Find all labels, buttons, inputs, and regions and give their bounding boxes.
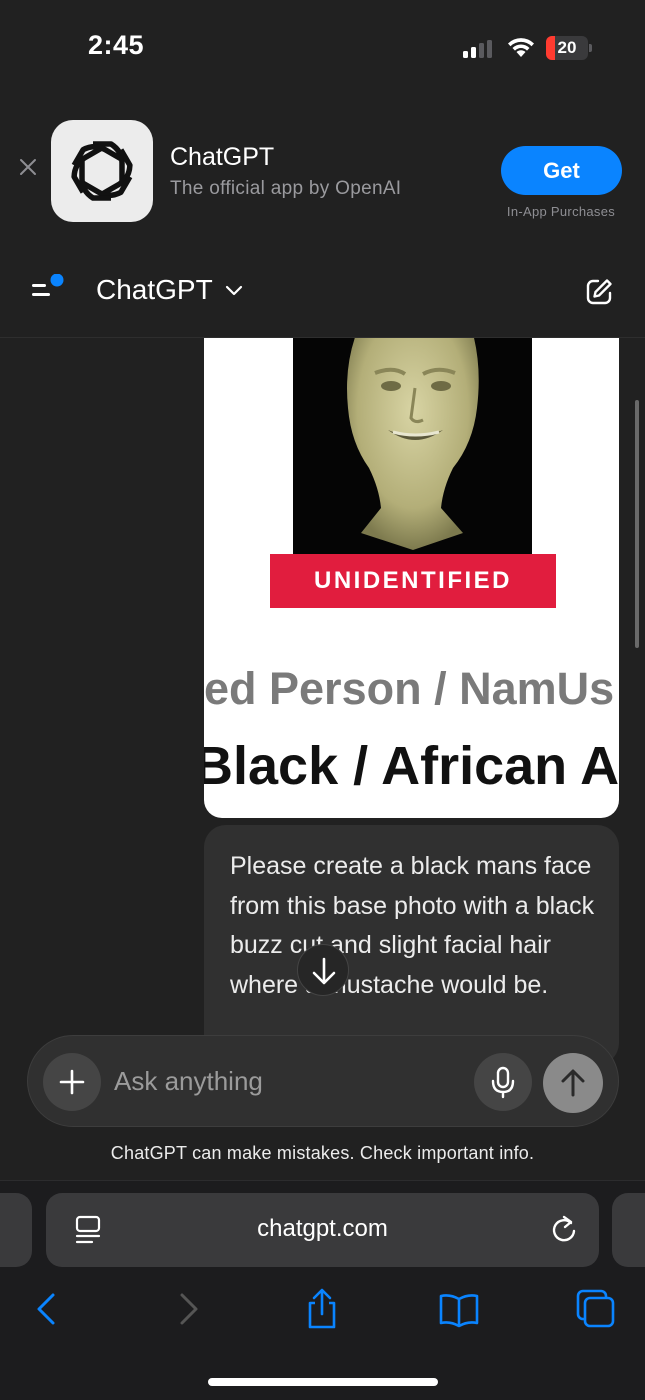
bookmarks-icon[interactable] [437,1287,481,1331]
composer [27,1035,619,1127]
message-input[interactable] [114,1064,464,1098]
chevron-down-icon[interactable] [224,284,244,298]
battery-level: 20 [557,38,577,57]
mic-icon [491,1066,515,1099]
status-time: 2:45 [88,30,145,60]
close-icon[interactable] [18,157,38,177]
plus-icon [59,1069,85,1095]
next-tab[interactable] [612,1193,645,1267]
url-text: chatgpt.com [257,1215,388,1242]
tabs-icon[interactable] [574,1287,618,1331]
wifi-icon [508,38,534,57]
attached-image[interactable]: UNIDENTIFIED ed Person / NamUs Black / A… [204,338,619,818]
voice-input-button[interactable] [474,1053,532,1111]
menu-icon[interactable] [30,273,70,306]
arrow-up-icon [561,1069,585,1097]
image-caption-line-1: ed Person / NamUs [204,663,615,714]
disclaimer-text: ChatGPT can make mistakes. Check importa… [110,1143,535,1163]
new-chat-icon[interactable] [584,277,614,307]
model-selector[interactable]: ChatGPT [96,274,213,306]
previous-tab[interactable] [0,1193,32,1267]
app-name: ChatGPT [170,143,275,171]
smart-app-banner: ChatGPT The official app by OpenAI Get I… [0,95,645,240]
app-subtitle: The official app by OpenAI [170,178,402,199]
arrow-down-icon [312,957,336,985]
openai-logo-icon[interactable] [51,120,153,222]
unidentified-label: UNIDENTIFIED [270,554,556,608]
address-bar[interactable]: chatgpt.com [46,1193,599,1267]
reload-icon[interactable] [549,1214,579,1246]
get-app-button[interactable]: Get [501,146,622,195]
signal-icon [463,40,492,58]
status-bar: 2:45 20 [0,0,645,95]
face-image [293,338,532,554]
in-app-purchases-note: In-App Purchases [506,204,616,219]
forward-icon[interactable] [166,1287,210,1331]
scroll-to-bottom-button[interactable] [297,944,349,996]
send-button[interactable] [543,1053,603,1113]
browser-toolbar: chatgpt.com [0,1180,645,1400]
image-caption-line-2: Black / African Am [204,736,619,796]
back-icon[interactable] [25,1287,69,1331]
home-indicator[interactable] [208,1378,438,1386]
user-message-text: Please create a black mans face from thi… [230,852,595,999]
attach-button[interactable] [43,1053,101,1111]
user-message-bubble: Please create a black mans face from thi… [204,825,619,1065]
scrollbar[interactable] [635,400,639,648]
chat-header: ChatGPT [0,240,645,338]
share-icon[interactable] [300,1287,344,1331]
battery-icon: 20 [546,36,592,60]
